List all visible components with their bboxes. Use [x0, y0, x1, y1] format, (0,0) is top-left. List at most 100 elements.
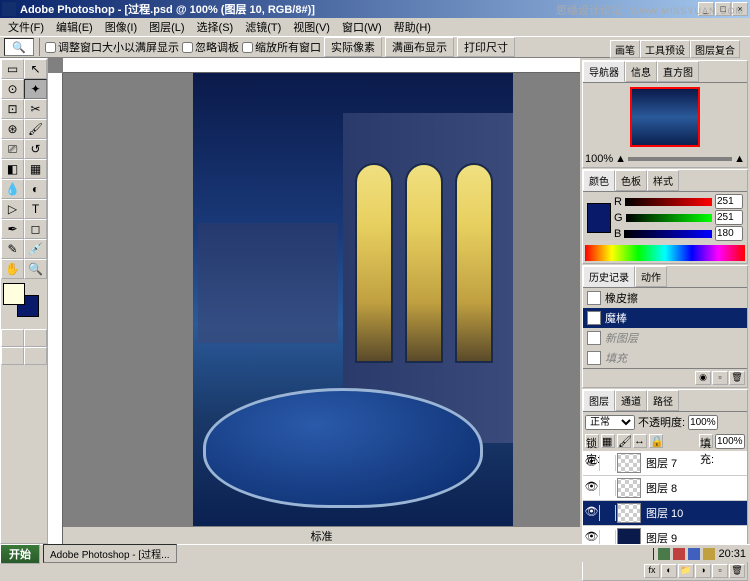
red-slider[interactable]	[625, 198, 712, 206]
tab-paths[interactable]: 路径	[647, 390, 679, 411]
eraser-tool[interactable]: ◧	[1, 159, 24, 179]
tab-info[interactable]: 信息	[625, 61, 657, 82]
path-tool[interactable]: ▷	[1, 199, 24, 219]
opacity-input[interactable]	[688, 415, 718, 430]
history-item[interactable]: 填充	[583, 348, 747, 368]
brush-tool[interactable]: 🖌	[24, 119, 47, 139]
dock-brushes[interactable]: 画笔	[610, 40, 640, 58]
layer-row[interactable]: 👁图层 10	[583, 501, 747, 526]
red-input[interactable]	[715, 194, 743, 209]
standard-mode[interactable]	[1, 329, 24, 347]
ruler-horizontal[interactable]	[63, 58, 580, 73]
blue-input[interactable]	[715, 226, 743, 241]
foreground-color[interactable]	[3, 283, 25, 305]
tab-styles[interactable]: 样式	[647, 170, 679, 191]
type-tool[interactable]: T	[24, 199, 47, 219]
marquee-tool[interactable]: ▭	[1, 59, 24, 79]
menu-window[interactable]: 窗口(W)	[336, 19, 388, 35]
notes-tool[interactable]: ✎	[1, 239, 24, 259]
tab-navigator[interactable]: 导航器	[583, 61, 625, 82]
ignore-palettes-checkbox[interactable]: 忽略调板	[182, 39, 239, 55]
menu-edit[interactable]: 编辑(E)	[50, 19, 99, 35]
new-snapshot-button[interactable]: ◉	[695, 371, 711, 385]
lock-position[interactable]: ↔	[633, 434, 647, 448]
dodge-tool[interactable]: ◐	[24, 179, 47, 199]
layer-style-button[interactable]: fx	[644, 564, 660, 578]
quickmask-mode[interactable]	[24, 329, 47, 347]
gradient-tool[interactable]: ▦	[24, 159, 47, 179]
slice-tool[interactable]: ✂	[24, 99, 47, 119]
layer-mask-button[interactable]: ◐	[661, 564, 677, 578]
tool-preset-picker[interactable]: 🔍	[4, 38, 34, 56]
eyedropper-tool[interactable]: 💉	[24, 239, 47, 259]
history-item[interactable]: 魔棒	[583, 308, 747, 328]
lock-transparency[interactable]: ▦	[601, 434, 615, 448]
navigator-thumbnail[interactable]	[630, 87, 700, 147]
blend-mode-select[interactable]: 正常	[585, 415, 635, 430]
new-document-button[interactable]: ▫	[712, 371, 728, 385]
menu-view[interactable]: 视图(V)	[287, 19, 336, 35]
print-size-button[interactable]: 打印尺寸	[457, 37, 515, 57]
menu-image[interactable]: 图像(I)	[99, 19, 143, 35]
tab-color[interactable]: 颜色	[583, 170, 615, 191]
canvas[interactable]	[193, 73, 513, 528]
stamp-tool[interactable]: ⎚	[1, 139, 24, 159]
zoom-value[interactable]: 100%	[585, 153, 613, 165]
tab-actions[interactable]: 动作	[635, 266, 667, 287]
pen-tool[interactable]: ✒	[1, 219, 24, 239]
blue-slider[interactable]	[624, 230, 712, 238]
zoom-in-icon[interactable]: ▲	[734, 153, 745, 165]
color-swatch[interactable]	[587, 203, 611, 233]
start-button[interactable]: 开始	[0, 544, 40, 564]
lock-pixels[interactable]: 🖌	[617, 434, 631, 448]
tab-histogram[interactable]: 直方图	[657, 61, 699, 82]
lock-all[interactable]: 🔒	[649, 434, 663, 448]
tab-history[interactable]: 历史记录	[583, 266, 635, 287]
new-layer-button[interactable]: ▫	[712, 564, 728, 578]
visibility-icon[interactable]: 👁	[584, 505, 600, 521]
actual-pixels-button[interactable]: 实际像素	[324, 37, 382, 57]
adjustment-button[interactable]: ◑	[695, 564, 711, 578]
new-group-button[interactable]: 📁	[678, 564, 694, 578]
wand-tool[interactable]: ✦	[24, 79, 47, 99]
menu-select[interactable]: 选择(S)	[191, 19, 240, 35]
fit-screen-button[interactable]: 满画布显示	[385, 37, 454, 57]
menu-filter[interactable]: 滤镜(T)	[239, 19, 287, 35]
tray-icon[interactable]	[673, 548, 685, 560]
tray-icon[interactable]	[703, 548, 715, 560]
zoom-slider[interactable]	[628, 157, 732, 161]
visibility-icon[interactable]: 👁	[584, 455, 600, 471]
tab-layers[interactable]: 图层	[583, 390, 615, 411]
delete-layer-button[interactable]: 🗑	[729, 564, 745, 578]
layer-row[interactable]: 👁图层 8	[583, 476, 747, 501]
tray-icon[interactable]	[688, 548, 700, 560]
move-tool[interactable]: ↖	[24, 59, 47, 79]
screen-standard[interactable]	[1, 347, 24, 365]
zoom-tool[interactable]: 🔍	[24, 259, 47, 279]
menu-layer[interactable]: 图层(L)	[143, 19, 190, 35]
tray-icon[interactable]	[658, 548, 670, 560]
ruler-vertical[interactable]	[48, 73, 63, 544]
color-swatches[interactable]	[3, 283, 45, 323]
delete-history-button[interactable]: 🗑	[729, 371, 745, 385]
layer-row[interactable]: 👁图层 7	[583, 451, 747, 476]
crop-tool[interactable]: ⊡	[1, 99, 24, 119]
blur-tool[interactable]: 💧	[1, 179, 24, 199]
menu-file[interactable]: 文件(F)	[2, 19, 50, 35]
color-ramp[interactable]	[585, 245, 745, 261]
zoom-out-icon[interactable]: ▲	[615, 153, 626, 165]
resize-windows-checkbox[interactable]: 调整窗口大小以满屏显示	[45, 39, 179, 55]
green-slider[interactable]	[626, 214, 712, 222]
green-input[interactable]	[715, 210, 743, 225]
screen-full[interactable]	[24, 347, 47, 365]
lasso-tool[interactable]: ⊙	[1, 79, 24, 99]
hand-tool[interactable]: ✋	[1, 259, 24, 279]
dock-presets[interactable]: 工具预设	[640, 40, 690, 58]
visibility-icon[interactable]: 👁	[584, 480, 600, 496]
clock[interactable]: 20:31	[718, 548, 746, 560]
history-brush-tool[interactable]: ↺	[24, 139, 47, 159]
tab-channels[interactable]: 通道	[615, 390, 647, 411]
healing-tool[interactable]: ⊛	[1, 119, 24, 139]
zoom-all-checkbox[interactable]: 缩放所有窗口	[242, 39, 321, 55]
history-item[interactable]: 新图层	[583, 328, 747, 348]
